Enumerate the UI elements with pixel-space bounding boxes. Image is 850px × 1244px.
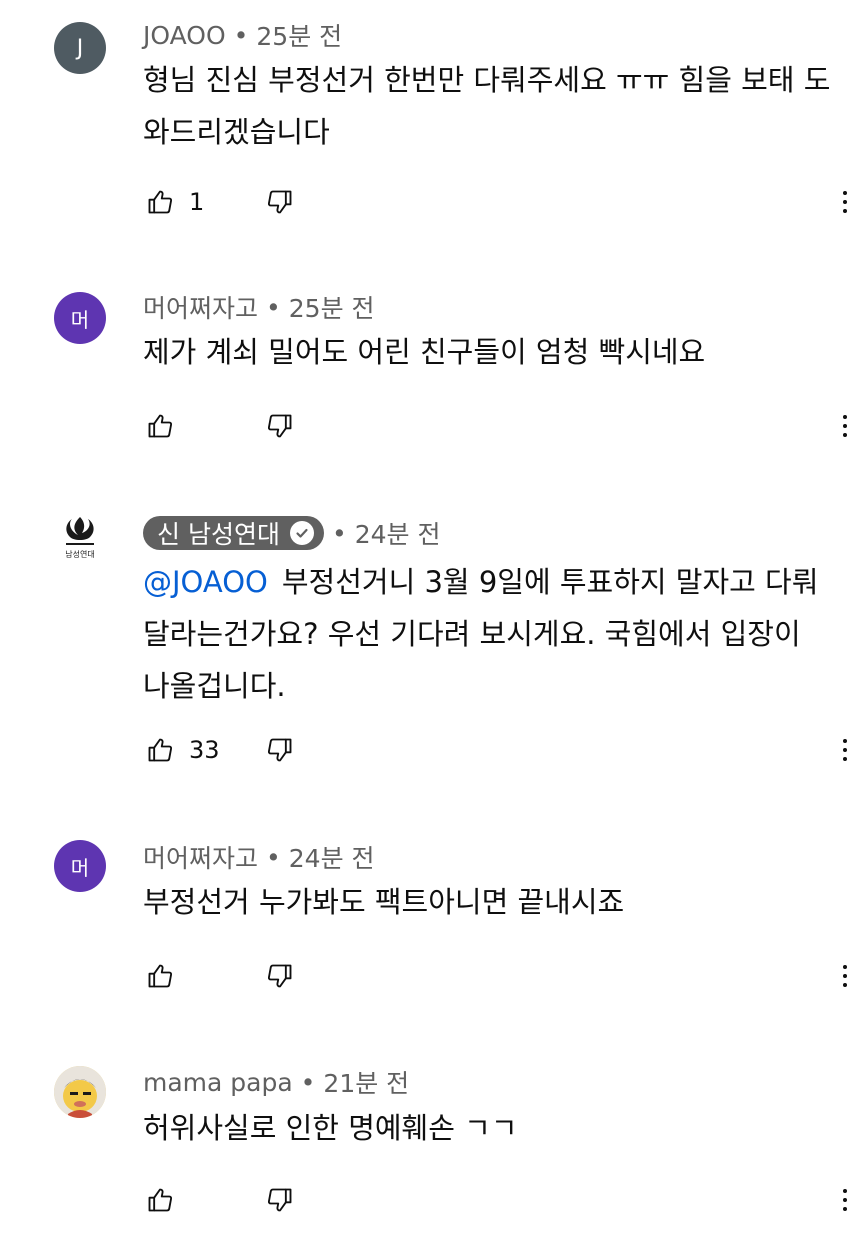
thumbs-up-icon bbox=[148, 1188, 173, 1212]
comment-time[interactable]: 25분 전 bbox=[289, 289, 375, 325]
channel-logo-icon: 남성연대 bbox=[65, 517, 95, 559]
comment-text: @JOAOO 부정선거니 3월 9일에 투표하지 말자고 다뤄달라는건가요? 우선… bbox=[143, 556, 833, 712]
comment-actions: 33 bbox=[143, 730, 297, 770]
avatar[interactable] bbox=[54, 1066, 106, 1118]
avatar[interactable]: J bbox=[54, 22, 106, 74]
thumbs-down-icon bbox=[267, 190, 292, 214]
comment-time[interactable]: 24분 전 bbox=[355, 515, 441, 551]
comment-actions: 1 bbox=[143, 182, 297, 222]
like-button[interactable] bbox=[143, 1183, 177, 1217]
thumbs-down-icon bbox=[267, 964, 292, 988]
avatar[interactable]: 머 bbox=[54, 840, 106, 892]
separator-dot: • bbox=[266, 842, 281, 872]
thumbs-down-icon bbox=[267, 414, 292, 438]
author-badge[interactable]: 신 남성연대 bbox=[143, 516, 324, 550]
comment-time[interactable]: 24분 전 bbox=[289, 839, 375, 875]
comment-actions bbox=[143, 956, 297, 996]
mention-link[interactable]: @JOAOO bbox=[143, 565, 268, 599]
comment-actions bbox=[143, 406, 297, 446]
thumbs-up-icon bbox=[148, 964, 173, 988]
separator-dot: • bbox=[233, 20, 249, 50]
comment-text: 부정선거 누가봐도 팩트아니면 끝내시죠 bbox=[143, 885, 625, 919]
author-name[interactable]: JOAOO bbox=[143, 21, 226, 50]
thumbs-up-icon bbox=[148, 414, 173, 438]
like-button[interactable] bbox=[143, 409, 177, 443]
more-options-icon[interactable] bbox=[838, 730, 850, 770]
more-options-icon[interactable] bbox=[838, 956, 850, 996]
comment-time[interactable]: 25분 전 bbox=[256, 17, 342, 53]
like-count: 33 bbox=[189, 736, 220, 764]
comment-text: 허위사실로 인한 명예훼손 ㄱㄱ bbox=[143, 1111, 518, 1145]
avatar-letter: 머 bbox=[70, 307, 90, 332]
more-options-icon[interactable] bbox=[838, 406, 850, 446]
separator-dot: • bbox=[266, 292, 281, 322]
author-name[interactable]: mama papa bbox=[143, 1068, 293, 1097]
like-button[interactable] bbox=[143, 959, 177, 993]
thumbs-up-icon bbox=[148, 190, 173, 214]
avatar-letter: 머 bbox=[70, 855, 90, 880]
separator-dot: • bbox=[331, 518, 347, 548]
separator-dot: • bbox=[300, 1067, 316, 1097]
thumbs-up-icon bbox=[148, 738, 173, 762]
like-button[interactable] bbox=[143, 185, 177, 219]
comment-actions bbox=[143, 1180, 297, 1220]
dislike-button[interactable] bbox=[263, 409, 297, 443]
comment-text: 형님 진심 부정선거 한번만 다뤄주세요 ㅠㅠ 힘을 보태 도와드리겠습니다 bbox=[143, 63, 831, 149]
dislike-button[interactable] bbox=[263, 1183, 297, 1217]
verified-check-icon bbox=[289, 521, 314, 545]
more-options-icon[interactable] bbox=[838, 1180, 850, 1220]
author-name[interactable]: 머어쩌자고 bbox=[143, 289, 258, 325]
comment-header: 신 남성연대 • 24분 전 bbox=[143, 516, 440, 550]
like-button[interactable] bbox=[143, 733, 177, 767]
more-options-icon[interactable] bbox=[838, 182, 850, 222]
comment-time[interactable]: 21분 전 bbox=[323, 1064, 409, 1100]
thumbs-down-icon bbox=[267, 1188, 292, 1212]
comment-header: mama papa • 21분 전 bbox=[143, 1065, 409, 1099]
dislike-button[interactable] bbox=[263, 959, 297, 993]
comment-header: 머어쩌자고 • 25분 전 bbox=[143, 290, 375, 324]
channel-logo-text: 남성연대 bbox=[65, 550, 94, 559]
thumbs-down-icon bbox=[267, 738, 292, 762]
avatar[interactable]: 남성연대 bbox=[54, 512, 106, 564]
dislike-button[interactable] bbox=[263, 733, 297, 767]
comment-header: 머어쩌자고 • 24분 전 bbox=[143, 840, 375, 874]
avatar-letter: J bbox=[76, 35, 84, 61]
comment-header: JOAOO • 25분 전 bbox=[143, 18, 342, 52]
avatar[interactable]: 머 bbox=[54, 292, 106, 344]
cartoon-face-icon bbox=[54, 1066, 106, 1118]
author-name: 신 남성연대 bbox=[157, 520, 280, 549]
comment-text: 제가 계쇠 밀어도 어린 친구들이 엄청 빡시네요 bbox=[143, 335, 706, 369]
dislike-button[interactable] bbox=[263, 185, 297, 219]
author-name[interactable]: 머어쩌자고 bbox=[143, 839, 258, 875]
like-count: 1 bbox=[189, 188, 205, 216]
